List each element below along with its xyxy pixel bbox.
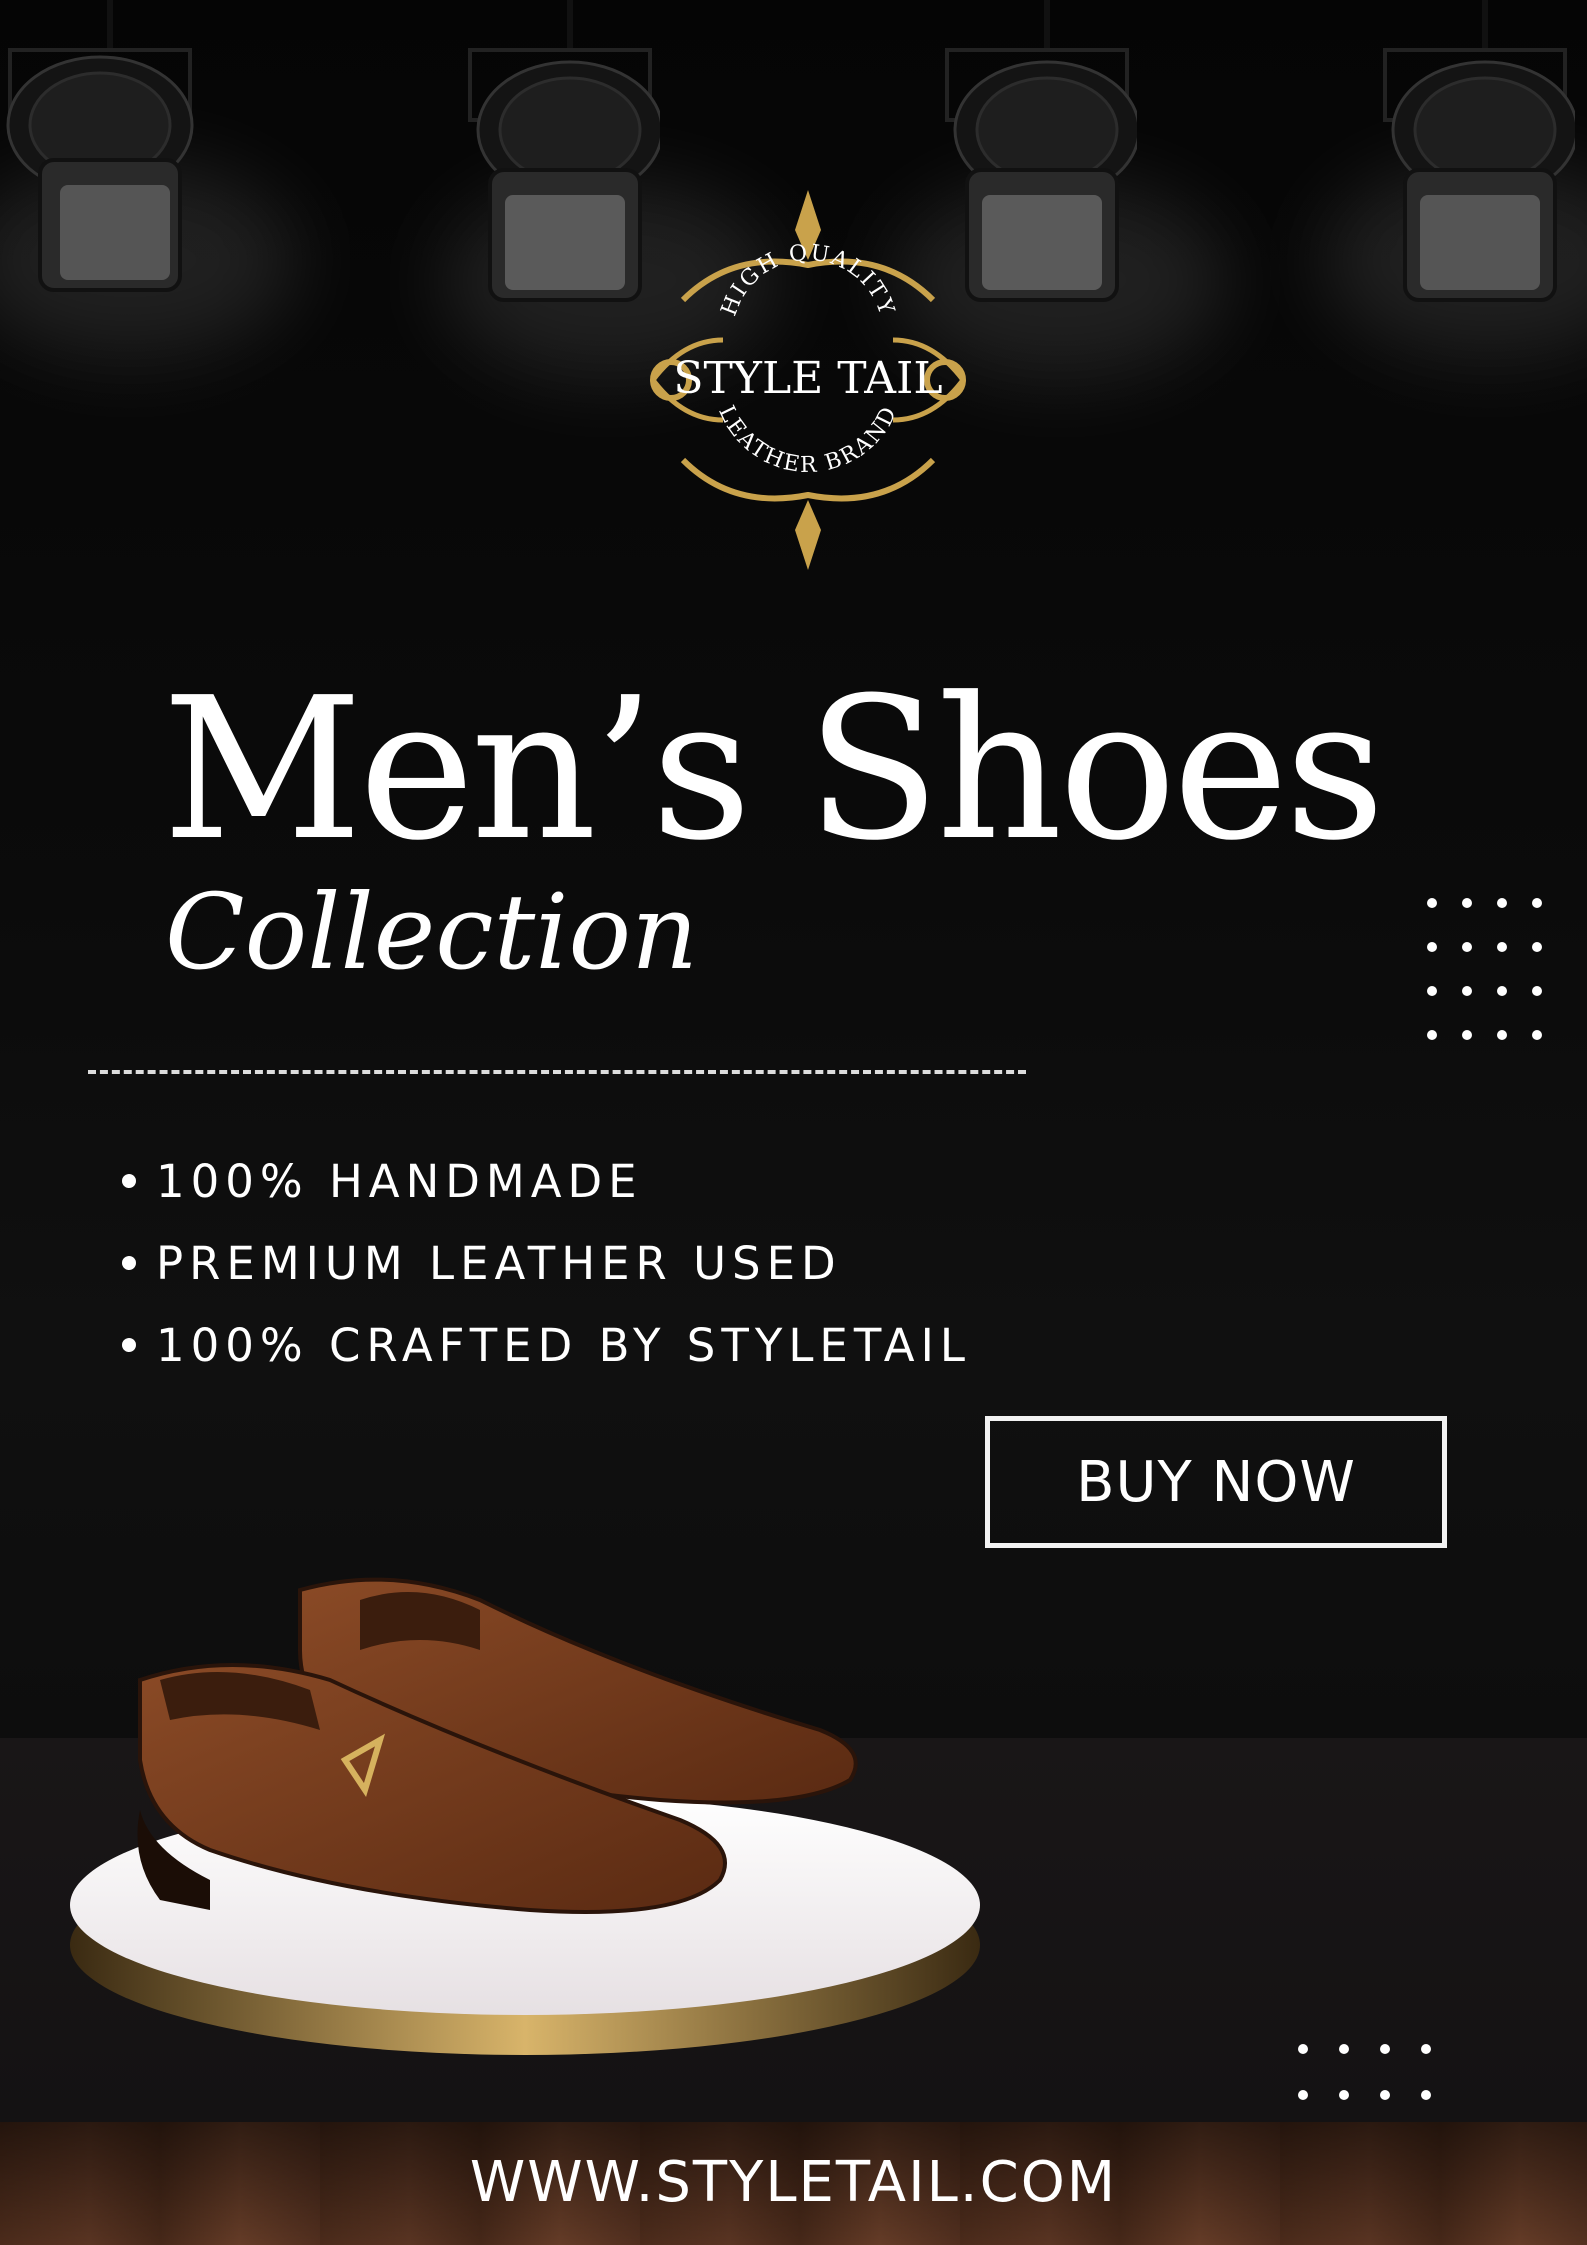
page-subtitle: Collection — [165, 871, 699, 993]
website-link[interactable]: WWW.STYLETAIL.COM — [0, 2150, 1587, 2215]
buy-now-button[interactable]: BUY NOW — [985, 1416, 1447, 1548]
bullet-dot-icon — [122, 1174, 136, 1188]
bullet-dot-icon — [122, 1256, 136, 1270]
brand-crest-icon: HIGH QUALITY STYLE TAIL LEATHER BRAND — [650, 190, 966, 570]
dot-grid-decoration — [1427, 898, 1542, 1040]
svg-text:LEATHER BRAND: LEATHER BRAND — [713, 402, 903, 478]
spotlight-icon — [6, 0, 194, 292]
list-item: 100% CRAFTED BY STYLETAIL — [122, 1314, 971, 1396]
page-title: Men’s Shoes — [162, 656, 1385, 884]
bullet-dot-icon — [122, 1338, 136, 1352]
poster: HIGH QUALITY STYLE TAIL LEATHER BRAND Me… — [0, 0, 1587, 2245]
list-item: PREMIUM LEATHER USED — [122, 1232, 971, 1314]
list-item: 100% HANDMADE — [122, 1150, 971, 1232]
svg-text:HIGH QUALITY: HIGH QUALITY — [717, 240, 900, 319]
spotlight-icon — [468, 0, 660, 302]
spotlight-icon — [1383, 0, 1575, 302]
feature-list: 100% HANDMADE PREMIUM LEATHER USED 100% … — [122, 1150, 971, 1396]
brand-name: STYLE TAIL — [673, 353, 942, 404]
divider — [88, 1070, 1026, 1074]
product-image — [70, 1577, 980, 2055]
